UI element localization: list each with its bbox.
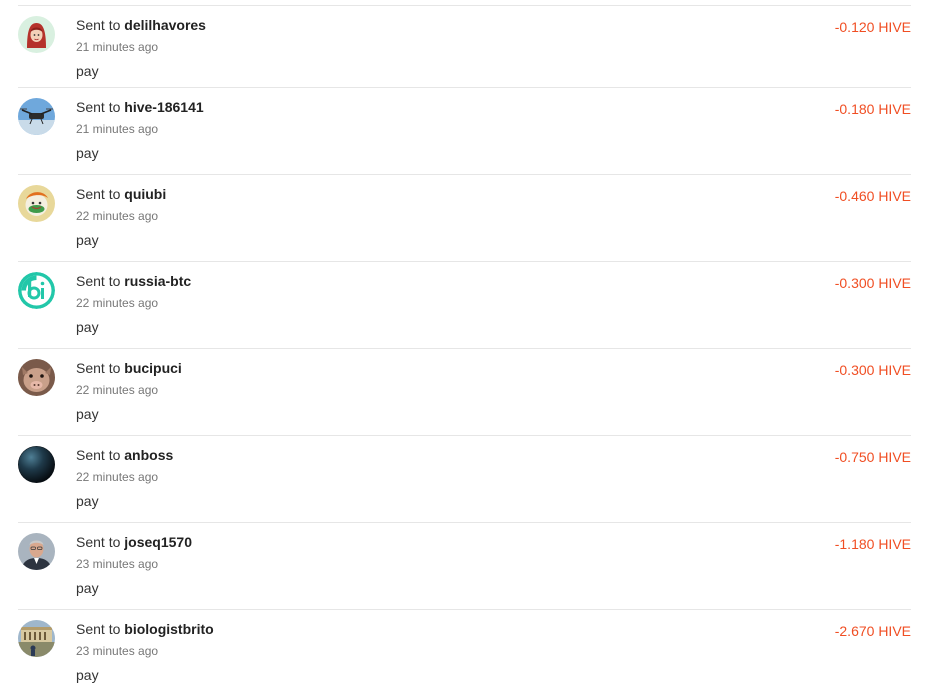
recipient-link[interactable]: russia-btc	[124, 273, 191, 289]
transfer-prefix: Sent to	[76, 621, 121, 637]
transfer-description: Sent to anboss	[76, 447, 173, 463]
transfer-memo: pay	[76, 232, 99, 248]
transfer-memo: pay	[76, 63, 99, 79]
transfer-amount: -1.180 HIVE	[834, 536, 911, 552]
recipient-link[interactable]: anboss	[124, 447, 173, 463]
transfer-time: 22 minutes ago	[76, 383, 159, 397]
transfer-prefix: Sent to	[76, 534, 121, 550]
transfer-amount: -0.750 HIVE	[834, 449, 911, 465]
bi-logo-avatar[interactable]	[18, 272, 55, 309]
transfer-memo: pay	[76, 319, 99, 335]
red-hood-avatar[interactable]	[18, 16, 55, 53]
transfer-row: Sent to delilhavores 21 minutes ago pay …	[18, 5, 911, 92]
transfer-prefix: Sent to	[76, 99, 121, 115]
transfer-description: Sent to delilhavores	[76, 17, 206, 33]
transfer-time: 23 minutes ago	[76, 644, 159, 658]
transfer-time: 21 minutes ago	[76, 122, 159, 136]
recipient-link[interactable]: delilhavores	[124, 17, 206, 33]
pig-avatar[interactable]	[18, 359, 55, 396]
transfer-row: Sent to quiubi 22 minutes ago pay -0.460…	[18, 174, 911, 261]
transfer-memo: pay	[76, 493, 99, 509]
building-avatar[interactable]	[18, 620, 55, 657]
transfer-amount: -0.120 HIVE	[834, 19, 911, 35]
transfer-description: Sent to joseq1570	[76, 534, 192, 550]
transfer-time: 23 minutes ago	[76, 557, 159, 571]
recipient-link[interactable]: bucipuci	[124, 360, 182, 376]
transfer-memo: pay	[76, 406, 99, 422]
cartoon-avatar[interactable]	[18, 185, 55, 222]
transfer-amount: -0.460 HIVE	[834, 188, 911, 204]
recipient-link[interactable]: joseq1570	[124, 534, 192, 550]
transfer-description: Sent to russia-btc	[76, 273, 191, 289]
transfer-prefix: Sent to	[76, 273, 121, 289]
transfer-memo: pay	[76, 667, 99, 683]
transfer-row: Sent to biologistbrito 23 minutes ago pa…	[18, 609, 911, 696]
transfer-prefix: Sent to	[76, 360, 121, 376]
transfer-amount: -0.300 HIVE	[834, 362, 911, 378]
transfer-description: Sent to quiubi	[76, 186, 166, 202]
transfer-time: 22 minutes ago	[76, 296, 159, 310]
transfer-row: Sent to bucipuci 22 minutes ago pay -0.3…	[18, 348, 911, 435]
transfer-time: 21 minutes ago	[76, 40, 159, 54]
transfer-time: 22 minutes ago	[76, 470, 159, 484]
transfer-amount: -0.180 HIVE	[834, 101, 911, 117]
transfer-description: Sent to biologistbrito	[76, 621, 214, 637]
recipient-link[interactable]: biologistbrito	[124, 621, 213, 637]
transfer-description: Sent to bucipuci	[76, 360, 182, 376]
transfer-prefix: Sent to	[76, 447, 121, 463]
man-portrait-avatar[interactable]	[18, 533, 55, 570]
transfer-amount: -0.300 HIVE	[834, 275, 911, 291]
transfer-prefix: Sent to	[76, 186, 121, 202]
transfer-list: Sent to delilhavores 21 minutes ago pay …	[0, 0, 925, 696]
recipient-link[interactable]: hive-186141	[124, 99, 203, 115]
transfer-memo: pay	[76, 580, 99, 596]
transfer-row: Sent to joseq1570 23 minutes ago pay -1.…	[18, 522, 911, 609]
transfer-time: 22 minutes ago	[76, 209, 159, 223]
transfer-amount: -2.670 HIVE	[834, 623, 911, 639]
recipient-link[interactable]: quiubi	[124, 186, 166, 202]
transfer-description: Sent to hive-186141	[76, 99, 204, 115]
transfer-memo: pay	[76, 145, 99, 161]
drone-avatar[interactable]	[18, 98, 55, 135]
transfer-prefix: Sent to	[76, 17, 121, 33]
transfer-row: Sent to russia-btc 22 minutes ago pay -0…	[18, 261, 911, 348]
transfer-row: Sent to anboss 22 minutes ago pay -0.750…	[18, 435, 911, 522]
planet-avatar[interactable]	[18, 446, 55, 483]
transfer-row: Sent to hive-186141 21 minutes ago pay -…	[18, 87, 911, 174]
